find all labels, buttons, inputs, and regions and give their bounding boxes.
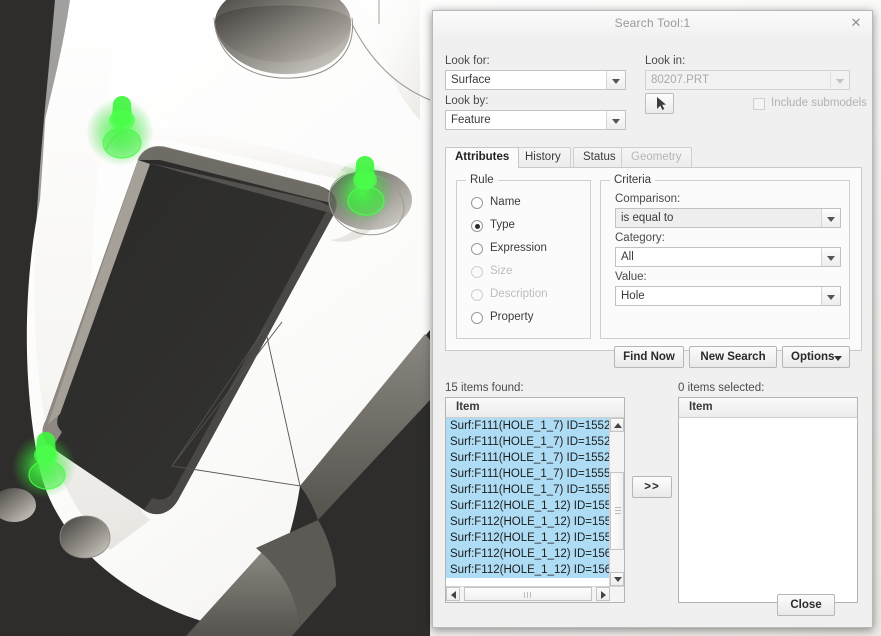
results-horizontal-scrollbar[interactable] (446, 586, 624, 602)
list-item[interactable]: Surf:F111(HOLE_1_7) ID=15554 (446, 482, 609, 498)
selection-items-container[interactable] (679, 418, 857, 602)
chevron-down-icon[interactable] (821, 248, 840, 266)
close-button[interactable]: Close (777, 594, 835, 616)
tab-history-label: History (525, 151, 561, 163)
list-item[interactable]: Surf:F112(HOLE_1_12) ID=15624 (446, 562, 609, 578)
comparison-value: is equal to (621, 212, 674, 224)
list-item[interactable]: Surf:F112(HOLE_1_12) ID=15594 (446, 530, 609, 546)
list-item[interactable]: Surf:F112(HOLE_1_12) ID=15620 (446, 546, 609, 562)
tab-status-label: Status (583, 151, 616, 163)
options-label: Options (791, 351, 835, 363)
list-item[interactable]: Surf:F111(HOLE_1_7) ID=15524 (446, 418, 609, 434)
list-item[interactable]: Surf:F112(HOLE_1_12) ID=15590 (446, 498, 609, 514)
radio-size-indicator (471, 266, 483, 278)
comparison-label: Comparison: (615, 193, 681, 205)
scroll-up-arrow-icon[interactable] (610, 418, 624, 432)
look-for-combo[interactable]: Surface (445, 70, 626, 90)
look-by-value: Feature (451, 114, 491, 126)
radio-name-indicator[interactable] (471, 197, 483, 209)
criteria-group: Criteria Comparison: is equal to Categor… (600, 174, 850, 339)
comparison-combo[interactable]: is equal to (615, 208, 841, 228)
new-search-label: New Search (700, 351, 766, 363)
search-tool-dialog: Search Tool:1 ✕ Look for: Surface Look b… (432, 10, 873, 628)
results-vscroll-thumb[interactable] (610, 472, 624, 550)
chevron-down-icon[interactable] (821, 287, 840, 305)
dialog-body: Look for: Surface Look by: Feature Look … (433, 37, 872, 627)
rule-group: Rule Name Type Expression Size Descripti… (456, 174, 591, 339)
value-combo[interactable]: Hole (615, 286, 841, 306)
look-for-label: Look for: (445, 55, 490, 67)
radio-description-label: Description (490, 288, 548, 300)
category-label: Category: (615, 232, 665, 244)
items-selected-label: 0 items selected: (678, 382, 765, 394)
chevron-down-icon[interactable] (834, 356, 842, 361)
criteria-group-title: Criteria (610, 174, 656, 186)
chevron-down-icon[interactable] (606, 111, 625, 129)
category-value: All (621, 251, 634, 263)
tab-attributes-label: Attributes (455, 151, 510, 163)
look-in-label: Look in: (645, 55, 686, 67)
scroll-left-arrow-icon[interactable] (446, 587, 460, 601)
close-icon[interactable]: ✕ (848, 15, 864, 31)
chevron-down-icon[interactable] (606, 71, 625, 89)
results-hscroll-thumb[interactable] (464, 587, 592, 601)
close-button-label: Close (790, 599, 822, 611)
list-item[interactable]: Surf:F112(HOLE_1_12) ID=15592 (446, 514, 609, 530)
radio-description-indicator (471, 289, 483, 301)
radio-size-label: Size (490, 265, 513, 277)
dialog-titlebar[interactable]: Search Tool:1 ✕ (433, 11, 872, 38)
selection-listbox[interactable]: Item (678, 397, 858, 603)
results-items-container[interactable]: Surf:F111(HOLE_1_7) ID=15524 Surf:F111(HO… (446, 418, 609, 586)
value-label: Value: (615, 271, 647, 283)
select-object-button[interactable] (645, 93, 674, 114)
look-for-value: Surface (451, 74, 491, 86)
radio-expression-indicator[interactable] (471, 243, 483, 255)
tab-geometry: Geometry (621, 147, 692, 167)
items-found-label: 15 items found: (445, 382, 524, 394)
find-now-label: Find Now (623, 351, 675, 363)
results-listbox[interactable]: Item Surf:F111(HOLE_1_7) ID=15524 Surf:F1… (445, 397, 625, 603)
tab-status[interactable]: Status (573, 147, 626, 167)
results-column-header-label: Item (456, 401, 480, 413)
radio-property-label: Property (490, 311, 534, 323)
radio-property-indicator[interactable] (471, 312, 483, 324)
radio-expression-label: Expression (490, 242, 547, 254)
include-submodels-label: Include submodels (771, 97, 867, 109)
scroll-down-arrow-icon[interactable] (610, 572, 624, 586)
rule-group-title: Rule (466, 174, 498, 186)
look-by-combo[interactable]: Feature (445, 110, 626, 130)
chevron-down-icon[interactable] (830, 71, 849, 89)
category-combo[interactable]: All (615, 247, 841, 267)
cursor-arrow-icon (657, 97, 666, 110)
tab-geometry-label: Geometry (631, 151, 682, 163)
find-now-button[interactable]: Find Now (614, 346, 684, 368)
look-in-combo[interactable]: 80207.PRT (645, 70, 850, 90)
new-search-button[interactable]: New Search (689, 346, 777, 368)
options-button[interactable]: Options (782, 346, 850, 368)
list-item[interactable]: Surf:F111(HOLE_1_7) ID=15526 (446, 434, 609, 450)
transfer-button-label: >> (644, 481, 660, 493)
attributes-tab-panel: Rule Name Type Expression Size Descripti… (445, 167, 862, 351)
dialog-title: Search Tool:1 (614, 16, 691, 30)
include-submodels-checkbox[interactable] (753, 98, 765, 110)
list-item[interactable]: Surf:F111(HOLE_1_7) ID=15550 (446, 466, 609, 482)
selection-column-header: Item (679, 398, 857, 418)
tabs: Attributes History Status Geometry (445, 147, 862, 168)
radio-type-indicator[interactable] (471, 220, 483, 232)
tab-history[interactable]: History (515, 147, 571, 167)
list-item[interactable]: Surf:F111(HOLE_1_7) ID=15528 (446, 450, 609, 466)
radio-type-label: Type (490, 219, 515, 231)
scroll-right-arrow-icon[interactable] (596, 587, 610, 601)
look-in-value: 80207.PRT (651, 74, 709, 86)
selection-column-header-label: Item (689, 401, 713, 413)
look-by-label: Look by: (445, 95, 489, 107)
value-value: Hole (621, 290, 645, 302)
chevron-down-icon[interactable] (821, 209, 840, 227)
results-column-header: Item (446, 398, 624, 418)
results-vertical-scrollbar[interactable] (609, 418, 624, 586)
transfer-selected-button[interactable]: >> (632, 476, 672, 498)
tab-attributes[interactable]: Attributes (445, 147, 520, 168)
radio-name-label: Name (490, 196, 521, 208)
